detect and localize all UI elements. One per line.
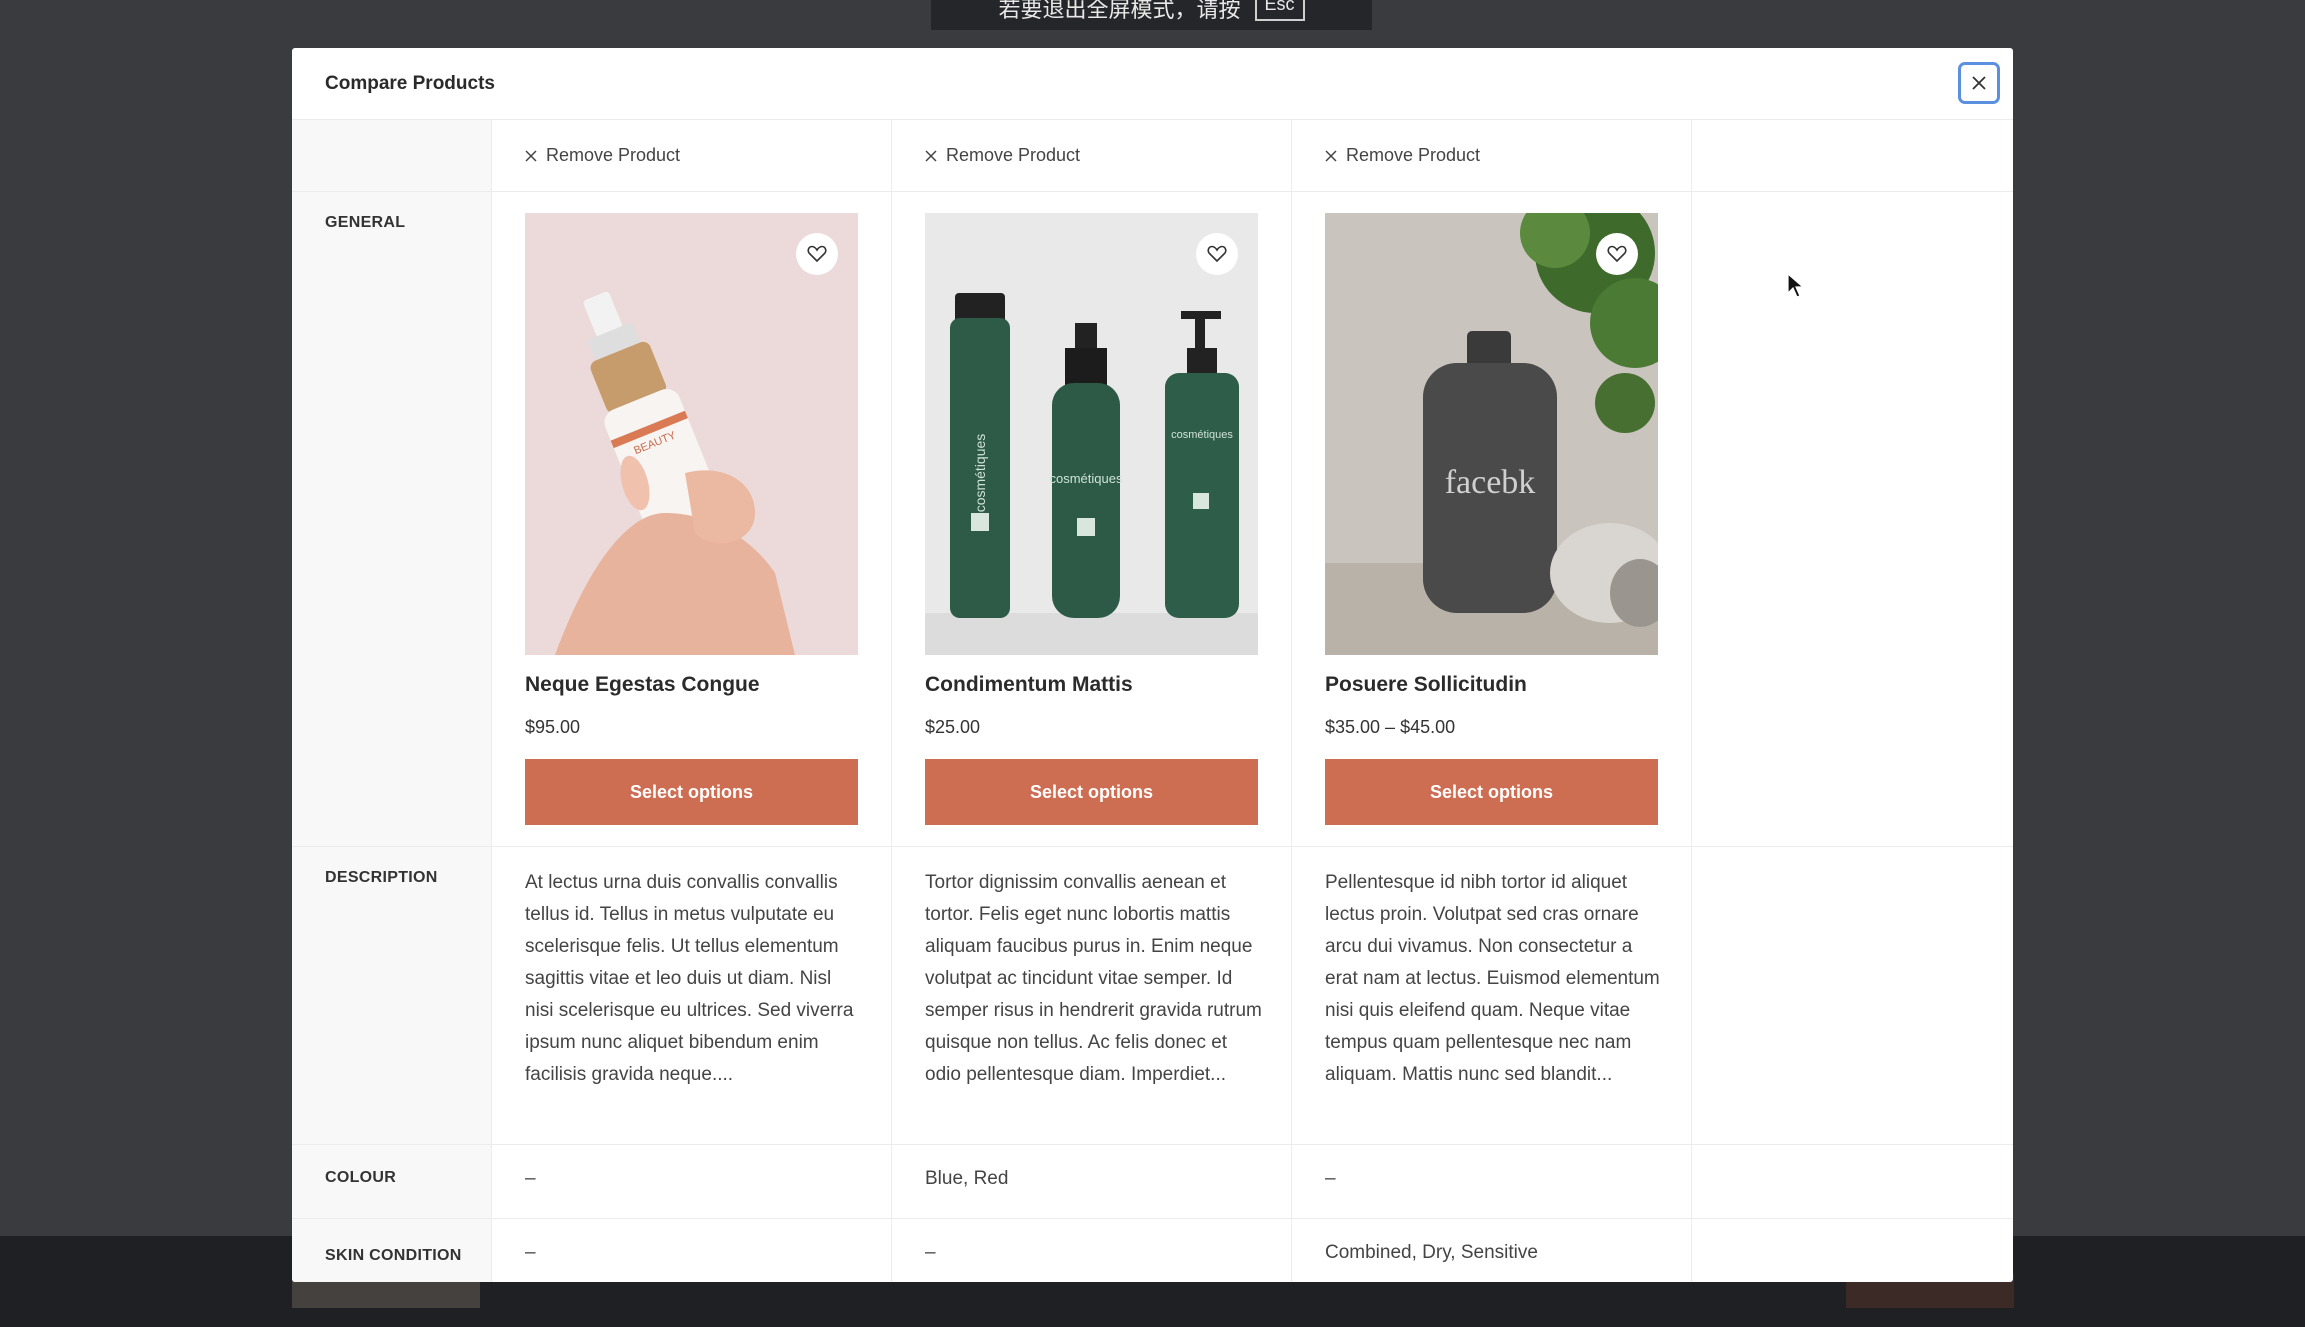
heart-icon (1607, 245, 1627, 263)
product-colour: – (492, 1145, 892, 1218)
select-options-button[interactable]: Select options (525, 759, 858, 825)
wishlist-button[interactable] (796, 233, 838, 275)
row-label-empty (292, 120, 492, 191)
compare-table: Remove Product Remove Product Remove Pro… (292, 120, 2013, 1282)
general-row: GENERAL BEAUTY Neque Egestas Congue $95.… (292, 192, 2013, 847)
remove-product-button[interactable]: Remove Product (925, 120, 1291, 191)
remove-product-label: Remove Product (546, 145, 681, 165)
serum-bottle-photo: BEAUTY (525, 213, 858, 655)
heart-icon (1207, 245, 1227, 263)
fullscreen-hint-text: 若要退出全屏模式，请按 (998, 0, 1241, 22)
row-label-skin-condition: SKIN CONDITION (292, 1219, 492, 1282)
close-modal-button[interactable] (1958, 62, 2000, 104)
product-price: $95.00 (525, 717, 581, 737)
wishlist-button[interactable] (1196, 233, 1238, 275)
product-image[interactable]: facebk (1325, 213, 1658, 655)
perfume-bottle-photo: facebk (1325, 213, 1658, 655)
remove-product-label: Remove Product (946, 145, 1081, 165)
remove-product-button[interactable]: Remove Product (1325, 120, 1691, 191)
cosmetics-bottles-photo: cosmétiques cosmétiques cosmétiques (925, 213, 1258, 655)
product-skin-condition: Combined, Dry, Sensitive (1292, 1219, 1692, 1282)
product-name[interactable]: Condimentum Mattis (925, 673, 1291, 701)
remove-product-label: Remove Product (1346, 145, 1481, 165)
product-colour: – (1292, 1145, 1692, 1218)
product-card: BEAUTY Neque Egestas Congue $95.00 Selec… (492, 192, 892, 846)
svg-text:cosmétiques: cosmétiques (1050, 471, 1123, 486)
fullscreen-hint-banner: 若要退出全屏模式，请按 Esc (931, 0, 1372, 30)
product-skin-condition: – (892, 1219, 1292, 1282)
compare-products-modal: Compare Products Remove Product Remove P… (292, 48, 2013, 1282)
modal-header: Compare Products (292, 48, 2013, 120)
product-card: cosmétiques cosmétiques cosmétiques Cond… (892, 192, 1292, 846)
remove-x-icon (525, 149, 537, 162)
product-name[interactable]: Posuere Sollicitudin (1325, 673, 1691, 701)
background-thumbnails (292, 1280, 480, 1308)
product-name[interactable]: Neque Egestas Congue (525, 673, 891, 701)
product-colour: Blue, Red (892, 1145, 1292, 1218)
row-label-general: GENERAL (292, 192, 492, 846)
product-image[interactable]: cosmétiques cosmétiques cosmétiques (925, 213, 1258, 655)
row-label-colour: COLOUR (292, 1145, 492, 1218)
product-description: Tortor dignissim convallis aenean et tor… (892, 847, 1292, 1144)
description-row: DESCRIPTION At lectus urna duis convalli… (292, 847, 2013, 1145)
product-description: Pellentesque id nibh tortor id aliquet l… (1292, 847, 1692, 1144)
remove-x-icon (925, 149, 937, 162)
skin-condition-row: SKIN CONDITION – – Combined, Dry, Sensit… (292, 1219, 2013, 1282)
svg-text:cosmétiques: cosmétiques (972, 434, 988, 513)
svg-text:cosmétiques: cosmétiques (1171, 429, 1233, 441)
select-options-button[interactable]: Select options (1325, 759, 1658, 825)
remove-row: Remove Product Remove Product Remove Pro… (292, 120, 2013, 192)
product-skin-condition: – (492, 1219, 892, 1282)
esc-key-label: Esc (1254, 0, 1305, 21)
select-options-button[interactable]: Select options (925, 759, 1258, 825)
mouse-cursor-icon (1787, 273, 1805, 298)
product-price: $35.00 – $45.00 (1325, 717, 1456, 737)
heart-icon (807, 245, 827, 263)
wishlist-button[interactable] (1596, 233, 1638, 275)
colour-row: COLOUR – Blue, Red – (292, 1145, 2013, 1219)
remove-product-button[interactable]: Remove Product (525, 120, 891, 191)
product-price: $25.00 (925, 717, 981, 737)
modal-title: Compare Products (325, 72, 495, 94)
remove-x-icon (1325, 149, 1337, 162)
row-label-description: DESCRIPTION (292, 847, 492, 1144)
close-icon (1972, 76, 1986, 90)
product-image[interactable]: BEAUTY (525, 213, 858, 655)
product-card: facebk Posuere Sollicitudin $35.00 – $45… (1292, 192, 1692, 846)
svg-text:facebk: facebk (1445, 464, 1536, 501)
product-description: At lectus urna duis convallis convallis … (492, 847, 892, 1144)
